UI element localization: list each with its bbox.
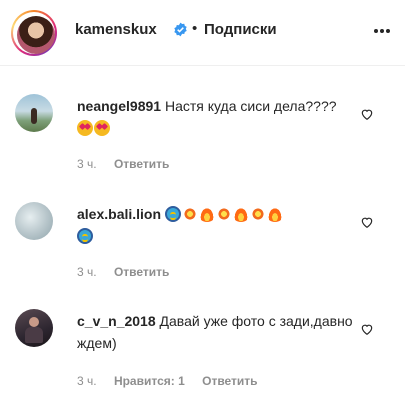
comment-time[interactable]: 3 ч. bbox=[77, 157, 97, 171]
commenter-username[interactable]: alex.bali.lion bbox=[77, 206, 161, 222]
like-heart-icon[interactable] bbox=[360, 215, 374, 229]
reply-button[interactable]: Ответить bbox=[114, 265, 169, 279]
comment-time[interactable]: 3 ч. bbox=[77, 265, 97, 279]
like-heart-icon[interactable] bbox=[360, 322, 374, 336]
verified-badge-icon bbox=[174, 22, 187, 37]
emoji-cyclone bbox=[164, 206, 181, 222]
comment-text: Настя куда сиси дела???? bbox=[164, 98, 337, 114]
comment-meta: 3 ч. Нравится: 1 Ответить bbox=[77, 374, 272, 388]
post-header: kamenskux • Подписки bbox=[0, 0, 405, 66]
comment-meta: 3 ч. Ответить bbox=[77, 265, 183, 279]
comment-time[interactable]: 3 ч. bbox=[77, 374, 97, 388]
commenter-avatar[interactable] bbox=[15, 94, 53, 132]
more-options-icon[interactable] bbox=[373, 28, 391, 34]
emoji-heart-eyes bbox=[77, 120, 93, 136]
following-button[interactable]: Подписки bbox=[204, 21, 277, 38]
commenter-avatar[interactable] bbox=[15, 309, 53, 347]
emoji-fire bbox=[232, 206, 249, 222]
emoji-heart-eyes bbox=[94, 120, 110, 136]
commenter-username[interactable]: neangel9891 bbox=[77, 98, 161, 114]
emoji-collision bbox=[215, 206, 232, 222]
emoji-collision bbox=[249, 206, 266, 222]
emoji-cyclone bbox=[77, 228, 93, 244]
header-separator: • bbox=[192, 20, 198, 37]
commenter-avatar[interactable] bbox=[15, 202, 53, 240]
commenter-username[interactable]: c_v_n_2018 bbox=[77, 313, 156, 329]
author-username[interactable]: kamenskux bbox=[75, 21, 157, 38]
author-avatar bbox=[17, 16, 55, 54]
comment-body: neangel9891 Настя куда сиси дела???? bbox=[77, 95, 357, 139]
likes-count-button[interactable]: Нравится: 1 bbox=[114, 374, 185, 388]
comment-body: alex.bali.lion bbox=[77, 203, 357, 247]
emoji-fire bbox=[266, 206, 283, 222]
reply-button[interactable]: Ответить bbox=[202, 374, 257, 388]
emoji-fire bbox=[198, 206, 215, 222]
reply-button[interactable]: Ответить bbox=[114, 157, 169, 171]
story-ring[interactable] bbox=[11, 10, 57, 56]
comment-meta: 3 ч. Ответить bbox=[77, 157, 183, 171]
comment-body: c_v_n_2018 Давай уже фото с зади,давно ж… bbox=[77, 310, 357, 354]
emoji-collision bbox=[181, 206, 198, 222]
like-heart-icon[interactable] bbox=[360, 107, 374, 121]
